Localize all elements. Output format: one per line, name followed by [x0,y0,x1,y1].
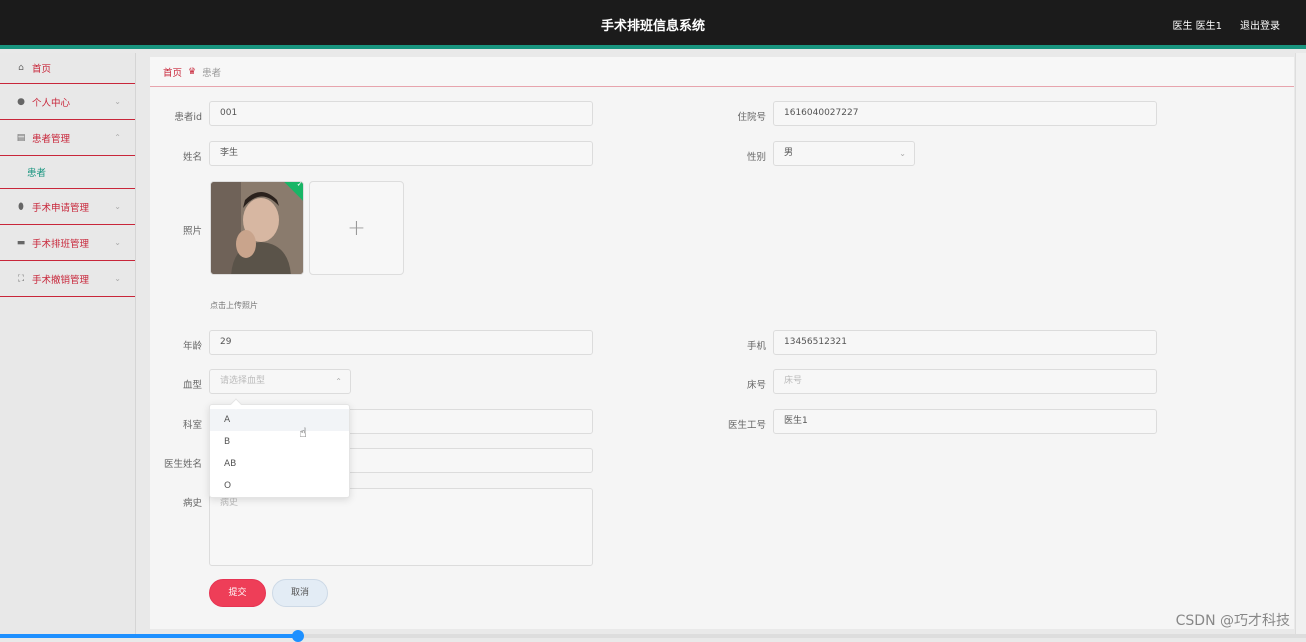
sidebar-item-label: 手术排班管理 [32,238,90,250]
breadcrumb-home[interactable]: 首页 [163,65,182,79]
hospital-no-label: 住院号 [737,112,766,123]
patient-photo[interactable]: ✓ [210,181,304,275]
chart-icon: ▤ [16,132,26,143]
sidebar-item-label: 手术申请管理 [32,202,90,214]
name-label: 姓名 [182,152,202,163]
scrollbar-handle[interactable] [292,630,304,642]
fullscreen-icon: ⛶ [17,273,25,284]
breadcrumb: 首页 ♛ 患者 [150,57,1294,87]
history-textarea[interactable]: 病史 [209,488,593,566]
sidebar-item-patients[interactable]: ▤ 患者管理 ⌃ [0,120,135,156]
blood-type-dropdown: A B AB O [209,398,350,498]
blood-type-option[interactable]: AB [210,453,349,475]
main-content: 首页 ♛ 患者 患者id 001 住院号 1616040027227 姓名 李生… [150,57,1294,629]
age-input[interactable]: 29 [209,330,593,355]
sidebar-item-surgery-schedule[interactable]: ▬ 手术排班管理 ⌄ [0,225,135,261]
blood-type-option[interactable]: O [210,475,349,497]
phone-label: 手机 [746,341,766,352]
bed-label: 床号 [746,380,766,391]
photo-label: 照片 [182,226,202,237]
hand-cursor-icon: ☝ [299,426,307,441]
doctor-name-label: 医生姓名 [163,459,202,470]
submit-button[interactable]: 提交 [209,579,266,607]
bed-input[interactable]: 床号 [773,369,1157,394]
sidebar-item-profile[interactable]: ● 个人中心 ⌄ [0,84,135,120]
doctor-id-input[interactable]: 医生1 [773,409,1157,434]
crown-icon: ♛ [188,66,197,77]
chevron-down-icon: ⌄ [114,97,121,106]
logout-button[interactable]: 退出登录 [1240,17,1280,32]
chevron-up-icon: ⌃ [335,377,342,386]
gender-select[interactable]: 男 ⌄ [773,141,915,166]
plus-icon: + [347,215,366,241]
sidebar-item-surgery-request[interactable]: ⬮ 手术申请管理 ⌄ [0,189,135,225]
sidebar-item-label: 患者管理 [32,133,71,145]
check-icon: ✓ [296,181,304,189]
sidebar: ⌂ 首页 ● 个人中心 ⌄ ▤ 患者管理 ⌃ 患者 ⬮ 手术申请管理 ⌄ ▬ 手… [0,53,136,638]
chevron-down-icon: ⌄ [114,202,121,211]
message-icon: ▬ [16,237,26,248]
department-label: 科室 [182,420,202,431]
blood-type-option[interactable]: A [210,409,349,431]
sidebar-subitem-patient[interactable]: 患者 [0,156,135,189]
upload-photo-button[interactable]: + [309,181,404,275]
age-label: 年龄 [182,341,202,352]
patient-photo-image [211,182,303,274]
watermark: CSDN @巧才科技 [1175,613,1290,629]
breadcrumb-current: 患者 [202,67,222,79]
sidebar-item-home[interactable]: ⌂ 首页 [0,53,135,84]
patient-id-label: 患者id [174,112,202,123]
sidebar-item-label: 个人中心 [32,97,71,109]
chevron-down-icon: ⌄ [114,238,121,247]
history-label: 病史 [182,498,202,509]
chevron-down-icon: ⌄ [114,274,121,283]
current-user: 医生 医生1 [1172,21,1222,32]
gender-value: 男 [784,148,794,158]
location-icon: ⬮ [18,201,24,212]
right-edge [1295,53,1306,638]
dropdown-caret [230,398,242,410]
gender-label: 性别 [746,152,766,163]
name-input[interactable]: 李生 [209,141,593,166]
home-icon: ⌂ [18,63,24,73]
sidebar-item-label: 首页 [32,64,52,75]
patient-id-input[interactable]: 001 [209,101,593,126]
sidebar-item-surgery-cancel[interactable]: ⛶ 手术撤销管理 ⌄ [0,261,135,297]
cancel-button[interactable]: 取消 [272,579,328,607]
blood-type-option[interactable]: B [210,431,349,453]
blood-type-placeholder: 请选择血型 [220,376,266,386]
user-icon: ● [17,96,25,107]
upload-hint: 点击上传照片 [210,301,258,310]
scrollbar-thumb[interactable] [0,634,298,638]
phone-input[interactable]: 13456512321 [773,330,1157,355]
horizontal-scrollbar[interactable] [0,630,1306,642]
hospital-no-input[interactable]: 1616040027227 [773,101,1157,126]
sidebar-item-label: 手术撤销管理 [32,274,90,286]
doctor-id-label: 医生工号 [727,420,766,431]
chevron-down-icon: ⌄ [899,149,906,158]
blood-type-select[interactable]: 请选择血型 ⌃ [209,369,351,394]
app-title: 手术排班信息系统 [600,19,705,34]
blood-type-label: 血型 [182,380,202,391]
top-bar: 手术排班信息系统 医生 医生1 退出登录 [0,0,1306,49]
chevron-up-icon: ⌃ [114,133,121,142]
